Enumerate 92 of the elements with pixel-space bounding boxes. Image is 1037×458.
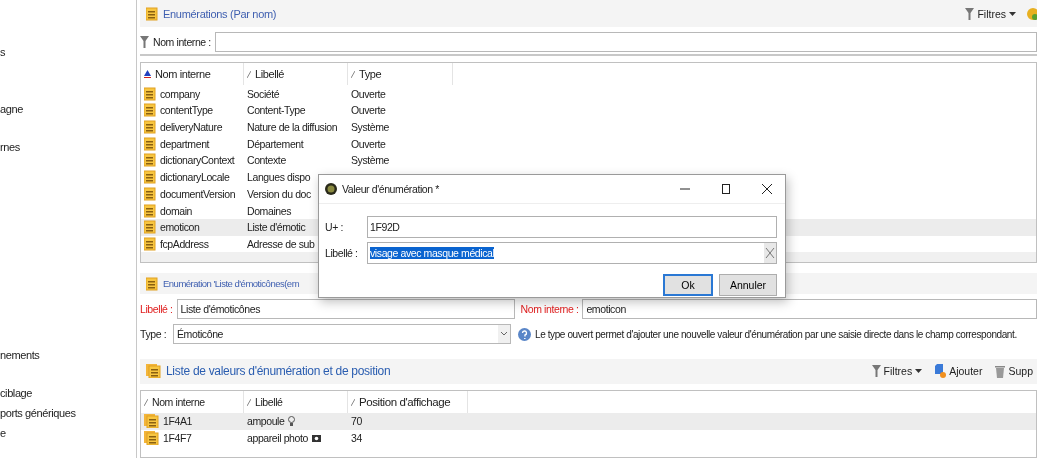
trash-icon	[995, 364, 1006, 378]
app-logo-icon	[325, 183, 337, 195]
table-cell: appareil photo	[247, 432, 308, 445]
list-icon	[144, 120, 156, 135]
table-row[interactable]: 1F4A1 ampoule 70	[141, 413, 1036, 430]
caret-icon	[1009, 11, 1016, 16]
add-document-icon	[935, 364, 947, 379]
filter-field[interactable]	[214, 31, 1037, 52]
list-icon	[144, 86, 156, 101]
table-cell: dictionaryContext	[160, 154, 235, 167]
panel-title: Enumérations (Par nom)	[163, 7, 277, 20]
table-cell: deliveryNature	[160, 121, 223, 134]
table-cell: Ouverte	[351, 137, 386, 150]
list-icon	[146, 364, 161, 379]
table-cell: Département	[247, 137, 304, 150]
chevron-down-icon	[498, 325, 510, 344]
sidebar-item[interactable]: ports génériques	[0, 407, 136, 419]
table-cell: Langues dispo	[247, 171, 311, 184]
table-cell: Système	[351, 154, 390, 167]
camera-icon	[311, 434, 321, 443]
table-cell: domain	[160, 204, 193, 217]
text-field[interactable]: 1F92D	[367, 216, 777, 238]
table-cell: ampoule	[247, 415, 285, 428]
list-icon	[144, 103, 156, 118]
sidebar-item[interactable]: rnes	[0, 141, 136, 153]
list-icon	[144, 236, 156, 251]
filter-icon	[965, 7, 975, 20]
maximize-icon[interactable]	[721, 184, 731, 194]
list-icon	[144, 414, 159, 429]
field-label: Libellé :	[325, 247, 359, 259]
dialog-button[interactable]: Ok	[663, 274, 713, 296]
field-label: Nom interne :	[520, 303, 579, 316]
filter-icon	[871, 365, 881, 378]
caret-icon	[915, 369, 923, 374]
type-dropdown[interactable]: Émoticône	[173, 324, 511, 345]
table-cell: Version du doc	[247, 187, 311, 200]
table-cell: Contexte	[247, 154, 286, 167]
filters-button[interactable]: Filtres	[961, 7, 1020, 20]
label-field[interactable]: Liste d'émoticônes	[176, 299, 515, 320]
toolbar-button[interactable]: Ajouter	[931, 364, 987, 379]
table-cell: 34	[351, 432, 362, 445]
table-cell: Nature de la diffusion	[247, 121, 338, 134]
table-cell: contentType	[160, 104, 213, 117]
list-icon	[146, 6, 158, 21]
table-cell: Système	[351, 121, 390, 134]
table-cell: department	[160, 137, 210, 150]
table-cell: fcpAddress	[160, 237, 209, 250]
panel-title: Enumération 'Liste d'émoticônes(em	[163, 278, 300, 290]
filter-icon	[140, 35, 149, 48]
text-field[interactable]: visage avec masque médical	[367, 242, 777, 264]
list-icon	[144, 136, 156, 151]
close-icon[interactable]	[762, 184, 772, 194]
dialog-title: Valeur d'énumération *	[342, 183, 439, 195]
sidebar-item[interactable]: e	[0, 427, 136, 439]
sidebar-item[interactable]: s	[0, 46, 136, 58]
filter-label: Nom interne :	[153, 35, 211, 48]
table-cell: documentVersion	[160, 187, 236, 200]
dialog-button[interactable]: Annuler	[719, 274, 777, 296]
table-cell: Adresse de sub	[247, 237, 315, 250]
table-cell: company	[160, 87, 200, 100]
panel-title: Liste de valeurs d'énumération et de position	[166, 364, 391, 379]
field-label: U+ :	[325, 221, 344, 233]
toolbar-button[interactable]: Supp	[991, 364, 1037, 378]
list-icon	[144, 203, 156, 218]
help-icon	[518, 327, 531, 341]
table-cell: Content-Type	[247, 104, 306, 117]
table-cell: emoticon	[160, 221, 200, 234]
table-cell: dictionaryLocale	[160, 171, 230, 184]
sidebar-item[interactable]: ciblage	[0, 387, 136, 399]
table-cell: 70	[351, 415, 362, 428]
list-icon	[144, 153, 156, 168]
field-label: Libellé :	[140, 303, 173, 316]
list-icon	[144, 220, 156, 235]
list-icon	[144, 186, 156, 201]
list-icon	[144, 170, 156, 185]
list-icon	[146, 276, 158, 291]
toolbar-button[interactable]: Filtres	[867, 365, 927, 378]
internal-name-field[interactable]: emoticon	[582, 299, 1037, 320]
table-cell: Ouverte	[351, 104, 386, 117]
help-text: Le type ouvert permet d'ajouter une nouvelle valeur d'énumération par une saisie directe dans le champ correspondant.	[535, 328, 1017, 340]
table-cell: Domaines	[247, 204, 292, 217]
sidebar-item[interactable]: agne	[0, 103, 136, 115]
table-cell: Société	[247, 87, 280, 100]
table-cell: 1F4F7	[163, 432, 192, 445]
table-cell: Ouverte	[351, 87, 386, 100]
clear-icon[interactable]	[764, 243, 776, 263]
light-bulb-icon	[288, 416, 296, 427]
field-label: Type :	[140, 328, 168, 341]
sidebar-item[interactable]: nements	[0, 349, 136, 361]
table-cell: 1F4A1	[163, 415, 192, 428]
table-cell: Liste d'émotic	[247, 221, 306, 234]
list-icon	[144, 431, 159, 446]
